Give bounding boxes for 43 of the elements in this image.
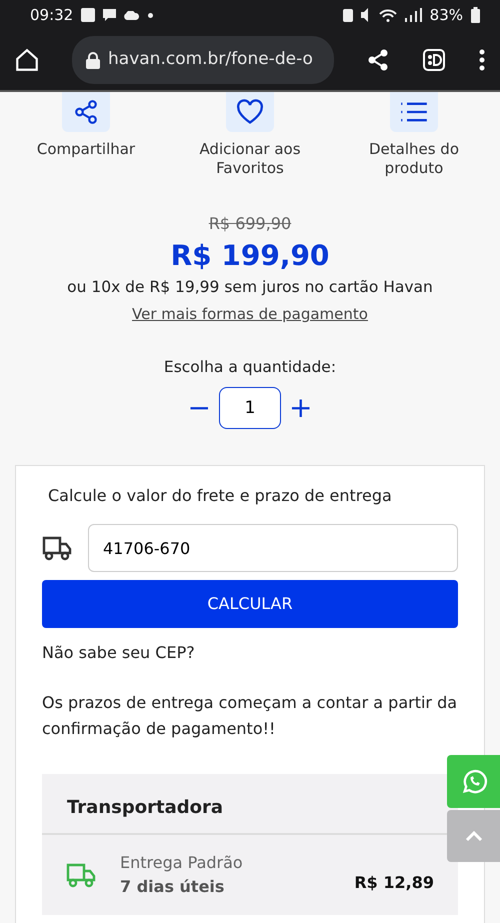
old-price: R$ 699,90: [208, 213, 292, 235]
decrease-button[interactable]: −: [184, 394, 215, 422]
delivery-time: 7 dias úteis: [120, 876, 226, 898]
address-bar[interactable]: havan.com.br/fone-de-o: [72, 36, 334, 84]
list-icon: [400, 101, 428, 123]
home-icon[interactable]: [14, 47, 40, 73]
battery-percentage: 83%: [430, 4, 463, 26]
quantity-field[interactable]: 1: [219, 387, 281, 429]
action-button[interactable]: [226, 92, 274, 132]
increase-button[interactable]: +: [285, 394, 316, 422]
share-icon: [73, 99, 99, 125]
tab-switcher-icon[interactable]: [422, 48, 446, 72]
status-time: 09:32: [30, 4, 74, 26]
current-price: R$ 199,90: [170, 240, 330, 272]
quantity-label: Escolha a quantidade:: [164, 356, 336, 378]
battery-icon: [471, 7, 480, 23]
shipping-option-name: Entrega Padrão: [120, 852, 244, 874]
cep-help-link[interactable]: Não sabe seu CEP?: [42, 640, 458, 666]
truck-icon: [42, 535, 72, 561]
action-label[interactable]: Detalhes do produto: [368, 140, 460, 178]
share-icon[interactable]: [366, 48, 390, 72]
message-icon: [103, 8, 116, 22]
cloud-icon: [124, 10, 140, 20]
chevron-up-icon: [464, 830, 482, 842]
menu-icon[interactable]: [478, 48, 486, 72]
calculate-button[interactable]: CALCULAR: [42, 580, 458, 628]
lock-icon: [86, 52, 100, 68]
action-button[interactable]: [390, 92, 438, 132]
action-label[interactable]: Adicionar aos Favoritos: [199, 140, 301, 178]
heart-icon: [236, 99, 264, 125]
shipping-price: R$ 12,89: [354, 872, 434, 894]
delivery-note: Os prazos de entrega começam a contar a partir da confirmação de pagamento!!: [42, 692, 458, 740]
installments-text: ou 10x de R$ 19,99 sem juros no cartão Havan: [67, 277, 433, 298]
signal-icon: [404, 8, 422, 22]
shipping-title: Calcule o valor do frete e prazo de entrega: [47, 485, 393, 507]
action-label[interactable]: Compartilhar: [36, 140, 136, 159]
truck-icon: [66, 862, 96, 888]
action-button[interactable]: [62, 92, 110, 132]
wifi-icon: [378, 8, 397, 22]
dot-icon: [148, 12, 154, 18]
mute-icon: [360, 8, 371, 22]
cep-field[interactable]: 41706-670: [88, 524, 458, 572]
payment-options-link[interactable]: Ver mais formas de pagamento: [132, 303, 368, 326]
